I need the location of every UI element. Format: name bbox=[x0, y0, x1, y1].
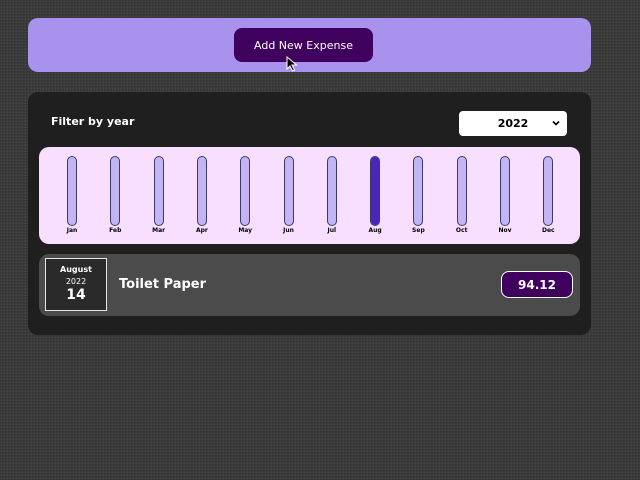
chart-label-jun: Jun bbox=[283, 227, 294, 234]
chart-bar-jan bbox=[67, 156, 77, 226]
year-select[interactable]: 2022 bbox=[459, 111, 567, 136]
chart-bar-jun bbox=[283, 156, 294, 226]
expense-price: 94.12 bbox=[501, 271, 573, 298]
chart-bar-feb bbox=[110, 156, 121, 226]
add-new-expense-button[interactable]: Add New Expense bbox=[234, 28, 373, 62]
chart-label-aug: Aug bbox=[368, 227, 382, 234]
chart-label-jul: Jul bbox=[327, 227, 337, 234]
expense-date-day: 14 bbox=[66, 287, 86, 303]
expense-date-year: 2022 bbox=[65, 277, 87, 286]
chart-label-apr: Apr bbox=[195, 227, 208, 234]
chart-label-sep: Sep bbox=[412, 227, 425, 234]
new-expense-panel: Add New Expense bbox=[28, 18, 591, 72]
chart-label-jan: Jan bbox=[66, 227, 78, 234]
chart-label-may: May bbox=[238, 227, 253, 234]
chart-label-dec: Dec bbox=[541, 227, 555, 234]
chart-bar-nov bbox=[500, 156, 510, 226]
chart-bar-apr bbox=[196, 156, 207, 226]
chevron-down-icon bbox=[552, 120, 560, 126]
chart-label-feb: Feb bbox=[109, 227, 122, 234]
expense-date-month: August bbox=[60, 265, 92, 274]
expenses-panel: Filter by year 2022 Jan Feb Mar Apr May Jun Ju… bbox=[28, 92, 591, 335]
chart-bar-fill-aug bbox=[371, 157, 380, 225]
year-select-value: 2022 bbox=[497, 117, 529, 130]
filter-label: Filter by year bbox=[51, 115, 135, 128]
expense-title: Toilet Paper bbox=[119, 277, 207, 292]
chart-label-mar: Mar bbox=[152, 227, 166, 234]
expense-date: August 2022 14 bbox=[45, 258, 107, 311]
chart-bar-mar bbox=[153, 156, 164, 226]
expense-item: August 2022 14 Toilet Paper 94.12 bbox=[39, 254, 580, 316]
chart-bar-may bbox=[240, 156, 251, 226]
expenses-chart: Jan Feb Mar Apr May Jun Jul Aug Sep Oct Nov Dec bbox=[39, 147, 580, 244]
chart-bar-dec bbox=[543, 156, 554, 226]
chart-bar-oct bbox=[456, 156, 467, 226]
chart-label-oct: Oct bbox=[455, 227, 468, 234]
chart-label-nov: Nov bbox=[498, 227, 512, 234]
chart-bar-sep bbox=[413, 156, 424, 226]
chart-bar-jul bbox=[326, 156, 337, 226]
chart-bar-aug bbox=[370, 156, 381, 226]
